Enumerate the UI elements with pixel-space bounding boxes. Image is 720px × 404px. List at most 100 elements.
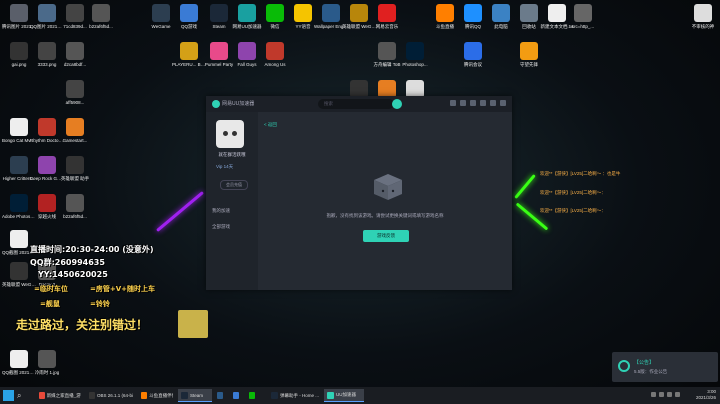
app-icon: [66, 156, 84, 174]
app-icon: [294, 4, 312, 22]
desktop-icon[interactable]: PLAYERU... BATTLEGR...: [172, 42, 206, 67]
desktop-icon[interactable]: b22af6f5d...: [84, 4, 118, 29]
search-icon[interactable]: [392, 99, 402, 109]
desktop-icon-label: 冷雨时 1.jpg: [34, 370, 60, 375]
close-icon[interactable]: [500, 100, 506, 106]
desktop-icon[interactable]: 守望先锋: [512, 42, 546, 67]
clock[interactable]: 3:00 2021/3/26: [696, 389, 716, 401]
app-icon: [10, 42, 28, 60]
app-icon: [66, 118, 84, 136]
feedback-button[interactable]: 游戏反馈: [363, 230, 409, 242]
desktop-icon-label: QQ游戏: [180, 24, 197, 29]
taskbar-item[interactable]: [246, 389, 260, 402]
desktop-icon[interactable]: Photoshop...: [398, 42, 432, 67]
app-icon: [492, 4, 510, 22]
search-icon[interactable]: ⌕: [17, 390, 27, 401]
desktop-icon[interactable]: QQ游戏: [172, 4, 206, 29]
app-icon: [10, 4, 28, 22]
app-icon: [38, 194, 56, 212]
overlay-line2a: =舰鼠: [40, 300, 60, 308]
taskbar-app-icon: [141, 392, 148, 399]
sidebar-item-label: 我的加速: [212, 208, 230, 213]
desktop-icon[interactable]: Gamestart...: [58, 118, 92, 143]
app-icon: [66, 80, 84, 98]
notification-body: 5.5版：作业公告: [634, 369, 668, 374]
desktop-icon-label: Gamestart...: [62, 138, 88, 143]
search-input[interactable]: 搜索: [318, 99, 394, 109]
desktop-icon[interactable]: 冷雨时 1.jpg: [30, 350, 64, 375]
skin-icon[interactable]: [470, 100, 476, 106]
taskbar-item[interactable]: 斗鱼直播伴侣: [138, 389, 176, 402]
app-icon: [92, 4, 110, 22]
avatar[interactable]: [216, 120, 244, 148]
windows-start-icon[interactable]: [3, 390, 14, 401]
desktop-icon[interactable]: aff5908...: [58, 80, 92, 105]
notification-toast[interactable]: 【公告】 5.5版：作业公告: [612, 352, 718, 382]
desktop-icon[interactable]: 腾讯会议: [456, 42, 490, 67]
sidebar-item-my-accel[interactable]: 我的加速: [212, 208, 230, 214]
app-icon: [520, 4, 538, 22]
desktop-icon[interactable]: 网易云音乐: [370, 4, 404, 29]
back-link[interactable]: < 返回: [264, 122, 277, 128]
app-icon: [66, 4, 84, 22]
clock-date: 2021/3/26: [695, 395, 716, 400]
recharge-button[interactable]: 会员充值: [220, 180, 248, 190]
desktop-icon[interactable]: src=http_...: [566, 4, 600, 29]
app-icon: [10, 156, 28, 174]
desktop-icon[interactable]: 不审核的神: [686, 4, 720, 29]
taskbar-item[interactable]: 新媒之家直播_游戏...: [36, 389, 84, 402]
app-icon: [378, 4, 396, 22]
app-icon: [378, 42, 396, 60]
desktop-icon[interactable]: 英雄联盟 助手: [58, 156, 92, 181]
overlay-line1a: =临时车位: [34, 285, 68, 293]
overlay-line1b: =房管+V+随时上车: [90, 285, 156, 293]
network-icon[interactable]: [675, 392, 680, 397]
taskbar-item[interactable]: UU加速器: [324, 389, 364, 402]
system-tray: [651, 392, 680, 397]
volume-icon[interactable]: [667, 392, 672, 397]
sidebar-item-all-games[interactable]: 全部游戏: [212, 224, 230, 230]
gear-icon[interactable]: [460, 100, 466, 106]
neon-green-decoration: [515, 202, 549, 231]
schedule-text: 直播时间:20:30-24:00 (没意外): [30, 245, 154, 254]
app-icon: [152, 4, 170, 22]
desktop-icon-label: 不审核的神: [691, 24, 715, 29]
message-icon[interactable]: [450, 100, 456, 106]
username: 就在群活跃哦: [218, 152, 246, 157]
app-icon: [10, 118, 28, 136]
taskbar-item-label: 斗鱼直播伴侣: [149, 392, 173, 398]
taskbar-item[interactable]: OBS 26.1.1 (64-bit)...: [86, 389, 136, 402]
app-icon: [464, 42, 482, 60]
desktop-icon-label: 腾讯会议: [464, 62, 482, 67]
taskbar-item[interactable]: [214, 389, 228, 402]
desktop-icon-label: d2ca8bdf...: [63, 62, 87, 67]
desktop-icon-label: 网易云音乐: [375, 24, 399, 29]
app-icon: [266, 42, 284, 60]
app-icon: [10, 230, 28, 248]
taskbar-item[interactable]: Steam: [178, 389, 212, 402]
desktop-icon-label: 守望先锋: [520, 62, 538, 67]
app-icon: [66, 42, 84, 60]
desktop-icon[interactable]: Among Us: [258, 42, 292, 67]
desktop-icon-label: 英雄联盟 助手: [60, 176, 90, 181]
minimize-icon[interactable]: [490, 100, 496, 106]
desktop-icon-label: src=http_...: [571, 24, 595, 29]
taskbar-item[interactable]: [230, 389, 244, 402]
chat-line: 欢迎**【游侠】[LV25]二哈啊～：: [540, 190, 606, 195]
app-icon: [10, 350, 28, 368]
desktop-icon[interactable]: d2ca8bdf...: [58, 42, 92, 67]
desktop-icon[interactable]: b22af6f5d...: [58, 194, 92, 219]
window-controls: [450, 100, 506, 106]
app-icon: [180, 4, 198, 22]
app-icon: [350, 4, 368, 22]
tray-icon[interactable]: [651, 392, 656, 397]
taskbar-app-icon: [327, 391, 334, 399]
tray-icon[interactable]: [659, 392, 664, 397]
app-icon: [38, 42, 56, 60]
chat-line: 欢迎**【游侠】[LV25]二哈啊～ ：也是牛: [540, 171, 621, 176]
app-icon: [266, 4, 284, 22]
menu-icon[interactable]: [480, 100, 486, 106]
taskbar-item[interactable]: 弹幕助手 - Home ...: [268, 389, 322, 402]
sidebar-item-label: 全部游戏: [212, 224, 230, 229]
desktop-icon-label: PLAYERU... BATTLEGR...: [172, 62, 206, 67]
